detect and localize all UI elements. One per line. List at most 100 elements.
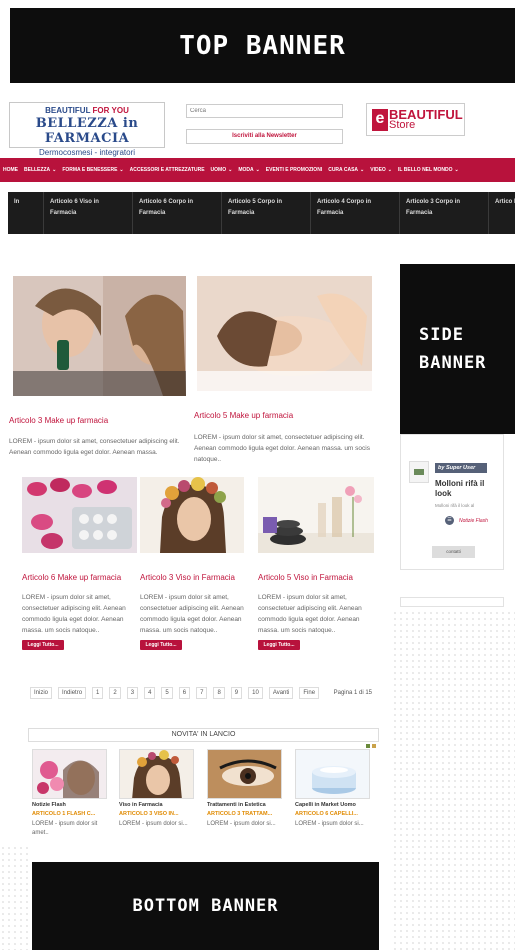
page-link[interactable]: 4 (144, 687, 156, 699)
logo-subtitle: Dermocosmesi - integratori (38, 148, 136, 157)
background-pattern (392, 610, 515, 950)
article-image-make-up[interactable] (197, 276, 372, 391)
article-image-flower-crown[interactable] (140, 477, 244, 553)
nav-item-bellezza[interactable]: Bellezza ⌄ (21, 167, 59, 173)
chevron-down-icon: ⌄ (52, 167, 57, 173)
newsletter-button[interactable]: Iscriviti alla Newsletter (186, 129, 343, 144)
nav-item-label: Video (370, 167, 386, 173)
novita-title[interactable]: ARTICOLO 1 FLASH C... (32, 811, 95, 817)
store-logo-e: e (372, 108, 388, 131)
strip-article-link[interactable]: Artico Farm (488, 192, 515, 234)
strip-article-link[interactable]: Articolo 3 Corpo in Farmacia (399, 192, 488, 234)
novita-excerpt: LOREM - ipsum dolor si... (295, 821, 364, 827)
article-excerpt: LOREM - ipsum dolor sit amet, consectetu… (258, 594, 362, 634)
side-widget (400, 597, 504, 607)
novita-image-flower-crown[interactable] (119, 749, 194, 799)
slider-dot-icon[interactable] (372, 744, 376, 748)
strip-article-link[interactable]: Articolo 6 Viso in Farmacia (43, 192, 132, 234)
nav-item-label: Cura Casa (328, 167, 359, 173)
novita-image-cream-jar[interactable] (295, 749, 370, 799)
novita-title[interactable]: ARTICOLO 3 TRATTAM... (207, 811, 272, 817)
page-link[interactable]: Avanti (268, 687, 294, 699)
chevron-down-icon: ⌄ (360, 167, 365, 173)
article-excerpt: LOREM - ipsum dolor sit amet, consectetu… (9, 438, 180, 456)
nav-item-video[interactable]: Video ⌄ (367, 167, 395, 173)
site-logo[interactable]: BEAUTIFUL FOR YOU BELLEZZA in FARMACIA D… (9, 102, 165, 157)
novita-category[interactable]: Viso in Farmacia (119, 802, 163, 808)
tag-icon: ☰ (445, 516, 454, 525)
strip-article-link[interactable]: In (8, 192, 43, 234)
nav-item-eventi-e-promozioni[interactable]: Eventi e Promozioni (263, 167, 325, 173)
nav-item-label: Accessori e Attrezzature (129, 167, 205, 173)
nav-item-uomo[interactable]: Uomo ⌄ (208, 167, 236, 173)
pagination: Inizio Indietro 1 2 3 4 5 6 7 8 9 10 Avanti Fine Pagin… (30, 686, 378, 700)
page-link[interactable]: 10 (248, 687, 263, 699)
bottom-banner[interactable]: BOTTOM BANNER (32, 862, 379, 950)
article-title[interactable]: Articolo 3 Viso in Farmacia (140, 573, 235, 582)
nav-item-label: Bellezza (24, 167, 51, 173)
page: TOP BANNER BEAUTIFUL FOR YOU BELLEZZA in… (0, 0, 515, 950)
read-more-button[interactable]: Leggi Tutto... (258, 640, 300, 650)
background-pattern (0, 845, 30, 950)
page-link[interactable]: Indietro (58, 687, 87, 699)
strip-article-link[interactable]: Articolo 6 Corpo in Farmacia (132, 192, 221, 234)
top-banner[interactable]: TOP BANNER (10, 8, 515, 83)
nav-item-label: Forma e Benessere (62, 167, 118, 173)
page-link[interactable]: 8 (213, 687, 225, 699)
novita-category[interactable]: Trattamenti in Estetica (207, 802, 266, 808)
novita-category[interactable]: Capelli in Market Uomo (295, 802, 356, 808)
article-title[interactable]: Articolo 5 Viso in Farmacia (258, 573, 353, 582)
article-image-pills[interactable] (22, 477, 137, 553)
novita-category[interactable]: Notizie Flash (32, 802, 66, 808)
news-thumbnail[interactable] (409, 461, 429, 483)
nav-item-label: Uomo (210, 167, 227, 173)
page-link[interactable]: 3 (126, 687, 139, 699)
page-link[interactable]: 7 (196, 687, 208, 699)
side-banner-line1: SIDE (419, 325, 464, 345)
chevron-down-icon: ⌄ (255, 167, 260, 173)
search-input[interactable] (186, 104, 343, 118)
article-excerpt: LOREM - ipsum dolor sit amet, consectetu… (140, 594, 244, 634)
nav-item-accessori-e-attrezzature[interactable]: Accessori e Attrezzature (127, 167, 208, 173)
nav-item-cura-casa[interactable]: Cura Casa ⌄ (325, 167, 367, 173)
news-meta: Molloni rifà il look al (435, 503, 475, 508)
nav-item-forma-e-benessere[interactable]: Forma e Benessere ⌄ (59, 167, 126, 173)
read-more-button[interactable]: Leggi Tutto... (140, 640, 182, 650)
store-logo-beautiful: BEAUTIFUL (389, 106, 463, 122)
news-title[interactable]: Molloni rifà il look (435, 479, 499, 499)
nav-item-il-bello-nel-mondo[interactable]: Il Bello nel Mondo ⌄ (395, 167, 462, 173)
article-title[interactable]: Articolo 5 Make up farmacia (194, 411, 293, 420)
read-more-button[interactable]: Leggi Tutto... (22, 640, 64, 650)
contact-button[interactable]: contatti (432, 546, 475, 558)
novita-excerpt: LOREM - ipsum dolor si... (119, 821, 188, 827)
slider-dot-icon[interactable] (366, 744, 370, 748)
novita-image-eye-makeup[interactable] (207, 749, 282, 799)
nav-item-label: Moda (238, 167, 254, 173)
nav-item-home[interactable]: Home (0, 167, 21, 173)
logo-beautiful: BEAUTIFUL (45, 106, 91, 115)
news-tag[interactable]: Notizie Flash (459, 518, 488, 524)
page-link[interactable]: 1 (92, 687, 104, 699)
nav-item-moda[interactable]: Moda ⌄ (235, 167, 262, 173)
side-banner[interactable]: SIDE BANNER (400, 264, 515, 434)
article-title[interactable]: Articolo 3 Make up farmacia (9, 416, 108, 425)
novita-image-flowers[interactable] (32, 749, 107, 799)
author-badge[interactable]: by Super User (435, 463, 487, 473)
strip-article-link[interactable]: Articolo 5 Corpo in Farmacia (221, 192, 310, 234)
page-link[interactable]: 6 (178, 687, 191, 699)
article-excerpt: LOREM - ipsum dolor sit amet, consectetu… (22, 594, 126, 634)
article-image-spa-stones[interactable] (258, 477, 374, 553)
page-link[interactable]: 2 (109, 687, 121, 699)
page-link[interactable]: 9 (230, 687, 243, 699)
page-link[interactable]: 5 (161, 687, 173, 699)
page-link[interactable]: Fine (299, 687, 320, 699)
chevron-down-icon: ⌄ (454, 167, 459, 173)
novita-title[interactable]: ARTICOLO 6 CAPELLI... (295, 811, 358, 817)
strip-article-link[interactable]: Articolo 4 Corpo in Farmacia (310, 192, 399, 234)
novita-title[interactable]: ARTICOLO 3 VISO IN... (119, 811, 179, 817)
page-link[interactable]: Inizio (30, 687, 53, 699)
article-image-make-up[interactable] (13, 276, 186, 396)
article-title[interactable]: Articolo 6 Make up farmacia (22, 573, 121, 582)
chevron-down-icon: ⌄ (228, 167, 233, 173)
store-logo[interactable]: e BEAUTIFUL Store (366, 103, 465, 136)
